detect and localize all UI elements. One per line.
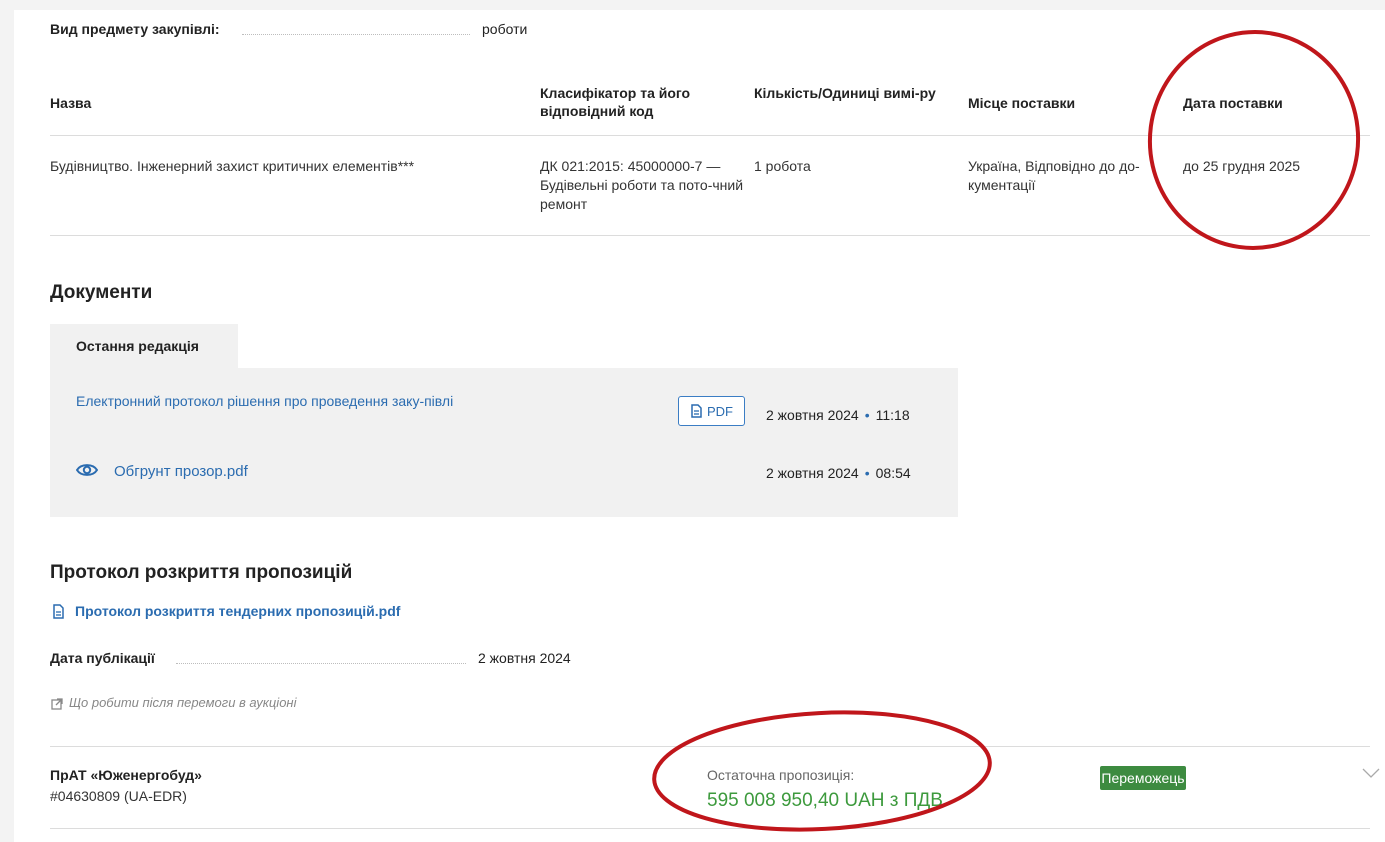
opening-protocol-file-link[interactable]: Протокол розкриття тендерних пропозицій.… (75, 603, 400, 619)
item-delivery-date: до 25 грудня 2025 (1183, 158, 1301, 174)
procurement-type-label: Вид предмету закупівлі: (50, 21, 220, 37)
publication-date-label: Дата публікації (50, 650, 155, 666)
header-name: Назва (50, 95, 92, 111)
header-place: Місце поставки (968, 95, 1076, 111)
item-classifier: ДК 021:2015: 45000000-7 — Будівельні роб… (540, 158, 744, 212)
eye-icon[interactable] (75, 462, 99, 481)
item-name: Будівництво. Інженерний захист критичних… (50, 158, 415, 174)
chevron-down-icon[interactable] (1362, 766, 1380, 782)
separator-dot: • (864, 407, 870, 423)
table-row-divider (50, 235, 1370, 236)
tab-latest-revision[interactable]: Остання редакція (50, 324, 238, 368)
bidder-id: #04630809 (UA-EDR) (50, 788, 187, 804)
winner-badge: Переможець (1100, 766, 1186, 790)
document-link-protocol[interactable]: Електронний протокол рішення про проведе… (76, 392, 506, 410)
item-delivery-place: Україна, Відповідно до до-кументації (968, 158, 1140, 193)
item-quantity: 1 робота (754, 158, 811, 174)
after-win-link[interactable]: Що робити після перемоги в аукціоні (69, 695, 296, 710)
opening-protocol-title: Протокол розкриття пропозицій (50, 562, 353, 583)
final-offer-amount: 595 008 950,40 UAH з ПДВ (707, 790, 943, 811)
document-time: 08:54 (875, 465, 911, 481)
document-date-2: 2 жовтня 2024 • 08:54 (766, 465, 911, 481)
pdf-button-label: PDF (707, 403, 733, 419)
documents-panel (50, 368, 958, 517)
bidder-name: ПрАТ «Юженергобуд» (50, 767, 202, 783)
document-link-justification[interactable]: Обгрунт прозор.pdf (114, 463, 248, 480)
bidder-top-divider (50, 746, 1370, 747)
document-date-1: 2 жовтня 2024 • 11:18 (766, 407, 910, 423)
pdf-button[interactable]: PDF (678, 396, 745, 426)
documents-title: Документи (50, 282, 153, 303)
header-date: Дата поставки (1183, 95, 1283, 111)
final-offer-label: Остаточна пропозиція: (707, 767, 855, 783)
document-icon (691, 404, 702, 418)
table-header-divider (50, 135, 1370, 136)
file-icon (52, 604, 65, 622)
dotted-leader (176, 663, 466, 664)
separator-dot: • (864, 465, 870, 481)
document-date: 2 жовтня 2024 (766, 465, 859, 481)
bidder-bottom-divider (50, 828, 1370, 829)
dotted-leader (242, 34, 470, 35)
publication-date-value: 2 жовтня 2024 (478, 650, 571, 666)
document-date: 2 жовтня 2024 (766, 407, 859, 423)
header-quantity: Кількість/Одиниці вимі-ру (754, 85, 936, 101)
document-time: 11:18 (875, 407, 910, 423)
procurement-type-value: роботи (482, 21, 528, 37)
header-classifier: Класифікатор та його відповідний код (540, 85, 691, 119)
external-link-icon (51, 697, 63, 713)
